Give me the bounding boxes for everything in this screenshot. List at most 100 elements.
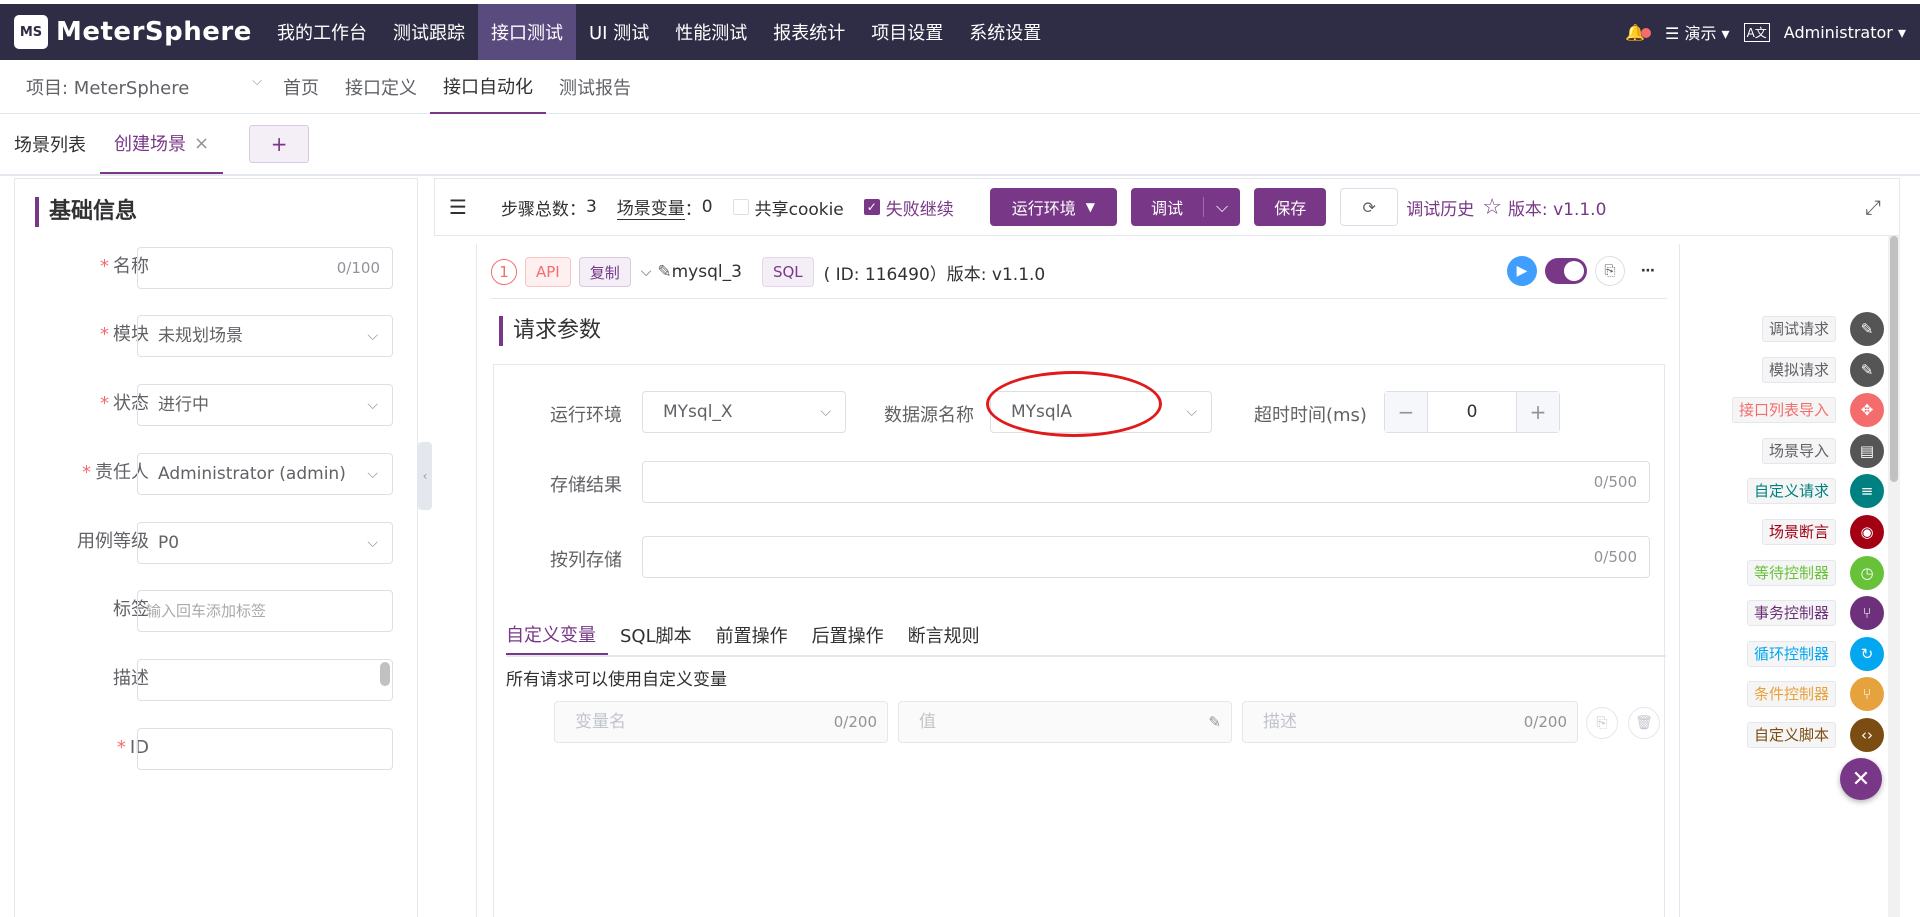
mock-request-icon[interactable]: ✎ (1850, 352, 1884, 387)
topnav-api-test[interactable]: 接口测试 (478, 4, 576, 60)
topnav-report[interactable]: 报表统计 (760, 4, 858, 60)
quick-item-mock-request[interactable]: 模拟请求 ✎ (1700, 352, 1884, 387)
quick-item-scene-import[interactable]: 场景导入 ▤ (1700, 433, 1884, 468)
tab-custom-variables[interactable]: 自定义变量 (506, 615, 608, 655)
quick-item-loop-controller[interactable]: 循环控制器 ↻ (1700, 636, 1884, 671)
fullscreen-icon[interactable]: ⤢ (1865, 195, 1881, 219)
import-api-icon[interactable]: ✥ (1850, 393, 1884, 428)
topnav-performance[interactable]: 性能测试 (662, 4, 760, 60)
import-scene-icon[interactable]: ▤ (1850, 433, 1884, 468)
continue-on-fail-checkbox[interactable]: ✓ 失败继续 (863, 195, 954, 220)
tab-pre-operation[interactable]: 前置操作 (716, 615, 800, 655)
quick-item-label[interactable]: 条件控制器 (1746, 681, 1836, 708)
id-input[interactable] (137, 728, 393, 770)
quick-item-wait-controller[interactable]: 等待控制器 ◷ (1700, 555, 1884, 590)
scene-variables[interactable]: 场景变量： 0 (616, 194, 713, 220)
tab-sql-script[interactable]: SQL脚本 (620, 615, 704, 655)
quick-item-api-list-import[interactable]: 接口列表导入 ✥ (1700, 393, 1884, 428)
enable-step-toggle[interactable] (1545, 258, 1587, 284)
topnav-system-settings[interactable]: 系统设置 (956, 4, 1054, 60)
quick-item-transaction-controller[interactable]: 事务控制器 ⑂ (1700, 596, 1884, 631)
quick-item-custom-request[interactable]: 自定义请求 ≡ (1700, 474, 1884, 509)
page-scrollbar-thumb[interactable] (1890, 236, 1898, 482)
quick-item-label[interactable]: 循环控制器 (1746, 640, 1836, 667)
store-result-input[interactable]: 0/500 (642, 461, 1650, 503)
debug-dropdown-icon[interactable]: ⌵ (1203, 197, 1240, 217)
topnav-project-settings[interactable]: 项目设置 (858, 4, 956, 60)
quick-item-label[interactable]: 等待控制器 (1746, 559, 1836, 586)
decrease-icon[interactable]: − (1385, 392, 1427, 432)
delete-variable-icon[interactable]: 🗑 (1628, 707, 1660, 739)
version-selector[interactable]: ☆ 版本: v1.1.0 (1482, 195, 1606, 220)
topnav-ui-test[interactable]: UI 测试 (576, 4, 662, 60)
step-name[interactable]: mysql_3 (672, 262, 742, 282)
project-select[interactable]: 项目: MeterSphere ⌵ (26, 74, 270, 100)
projnav-api-automation[interactable]: 接口自动化 (430, 60, 546, 114)
add-tab-button[interactable]: + (249, 125, 310, 163)
tab-create-scene[interactable]: 创建场景 × (100, 114, 224, 174)
topnav-test-track[interactable]: 测试跟踪 (380, 4, 478, 60)
quick-item-label[interactable]: 事务控制器 (1746, 600, 1836, 627)
scene-assertion-icon[interactable]: ◉ (1850, 515, 1884, 549)
close-tab-icon[interactable]: × (194, 133, 209, 154)
edit-name-icon[interactable]: ✎ (657, 262, 671, 282)
custom-request-icon[interactable]: ≡ (1850, 474, 1884, 509)
quick-item-label[interactable]: 自定义脚本 (1746, 722, 1836, 748)
close-menu-button[interactable]: ✕ (1840, 758, 1882, 800)
quick-item-label[interactable]: 自定义请求 (1746, 478, 1836, 505)
expand-step-icon[interactable]: ⌵ (641, 264, 652, 280)
save-button[interactable]: 保存 (1254, 188, 1327, 226)
textarea-scrollbar[interactable] (380, 662, 390, 686)
env-select[interactable]: MYsql_X ⌵ (642, 391, 846, 433)
copy-variable-icon[interactable]: ⎘ (1586, 707, 1618, 739)
language-icon[interactable]: A文 (1743, 22, 1770, 42)
name-input[interactable]: 0/100 (137, 247, 393, 289)
quick-item-if-controller[interactable]: 条件控制器 ⑂ (1700, 677, 1884, 712)
more-icon[interactable]: ⋯ (1633, 256, 1663, 286)
edit-icon[interactable]: ✎ (1208, 702, 1221, 742)
status-select[interactable]: 进行中 ⌵ (137, 384, 393, 426)
tab-post-operation[interactable]: 后置操作 (812, 615, 896, 655)
projnav-home[interactable]: 首页 (270, 60, 332, 114)
logo[interactable]: MS MeterSphere (14, 15, 264, 49)
quick-item-label[interactable]: 调试请求 (1761, 316, 1836, 342)
copy-step-icon[interactable]: ⎘ (1595, 256, 1625, 286)
var-value-input[interactable]: 值 ✎ (898, 701, 1232, 743)
env-button[interactable]: 运行环境 ▼ (989, 188, 1118, 226)
tags-input[interactable]: 输入回车添加标签 (137, 590, 393, 632)
tab-assertion-rules[interactable]: 断言规则 (908, 615, 992, 655)
user-menu[interactable]: Administrator ▾ (1784, 23, 1906, 42)
workspace-switcher[interactable]: ☰ 演示 ▾ (1665, 20, 1730, 44)
bell-icon[interactable]: 🔔 (1625, 23, 1651, 42)
collapse-panel-handle[interactable]: ‹ (418, 442, 432, 510)
quick-item-label[interactable]: 场景断言 (1761, 519, 1836, 545)
quick-item-scene-assertion[interactable]: 场景断言 ◉ (1700, 515, 1884, 549)
module-select[interactable]: 未规划场景 ⌵ (137, 315, 393, 357)
quick-item-label[interactable]: 模拟请求 (1761, 356, 1836, 383)
owner-select[interactable]: Administrator (admin) ⌵ (137, 453, 393, 495)
custom-script-icon[interactable]: ‹› (1850, 718, 1884, 752)
debug-button[interactable]: 调试 ⌵ (1131, 188, 1241, 226)
quick-item-custom-script[interactable]: 自定义脚本 ‹› (1700, 718, 1884, 752)
var-name-input[interactable]: 变量名 0/200 (554, 701, 888, 743)
tab-scene-list[interactable]: 场景列表 (0, 114, 100, 174)
transaction-controller-icon[interactable]: ⑂ (1850, 596, 1884, 631)
menu-icon[interactable]: ☰ (449, 195, 467, 219)
topnav-workbench[interactable]: 我的工作台 (264, 4, 380, 60)
share-cookie-checkbox[interactable]: 共享cookie (732, 195, 844, 220)
debug-request-icon[interactable]: ✎ (1850, 312, 1884, 346)
run-step-icon[interactable]: ▶ (1507, 256, 1537, 286)
increase-icon[interactable]: + (1517, 392, 1559, 432)
if-controller-icon[interactable]: ⑂ (1850, 677, 1884, 712)
projnav-api-definition[interactable]: 接口定义 (332, 60, 430, 114)
quick-item-label[interactable]: 接口列表导入 (1731, 397, 1836, 424)
quick-item-debug-request[interactable]: 调试请求 ✎ (1700, 312, 1884, 346)
refresh-button[interactable]: ⟳ (1340, 188, 1399, 226)
level-select[interactable]: P0 ⌵ (137, 522, 393, 564)
wait-controller-icon[interactable]: ◷ (1850, 555, 1884, 590)
debug-history-link[interactable]: 调试历史 (1406, 195, 1474, 220)
store-by-column-input[interactable]: 0/500 (642, 536, 1650, 578)
projnav-test-report[interactable]: 测试报告 (546, 60, 644, 114)
timeout-stepper[interactable]: − 0 + (1384, 391, 1560, 433)
var-desc-input[interactable]: 描述 0/200 (1242, 701, 1578, 743)
